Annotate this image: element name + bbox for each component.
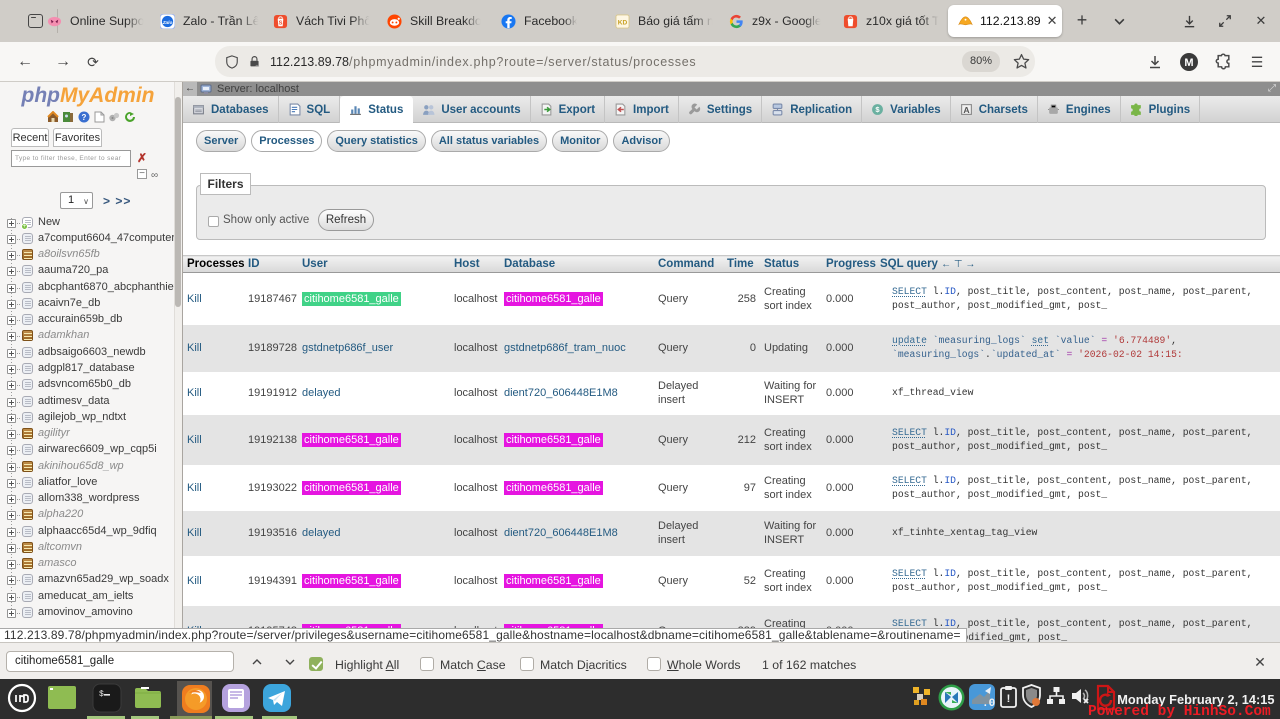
svg-text:!: !: [1007, 693, 1011, 705]
svg-text:S: S: [279, 20, 283, 26]
svg-text:?: ?: [82, 113, 87, 122]
svg-text:A: A: [963, 105, 970, 115]
svg-text:KD: KD: [618, 19, 628, 26]
svg-text:.0: .0: [982, 698, 995, 710]
svg-text:Zalo: Zalo: [162, 19, 173, 24]
svg-text:M: M: [1184, 57, 1193, 69]
svg-text:$: $: [99, 690, 104, 699]
